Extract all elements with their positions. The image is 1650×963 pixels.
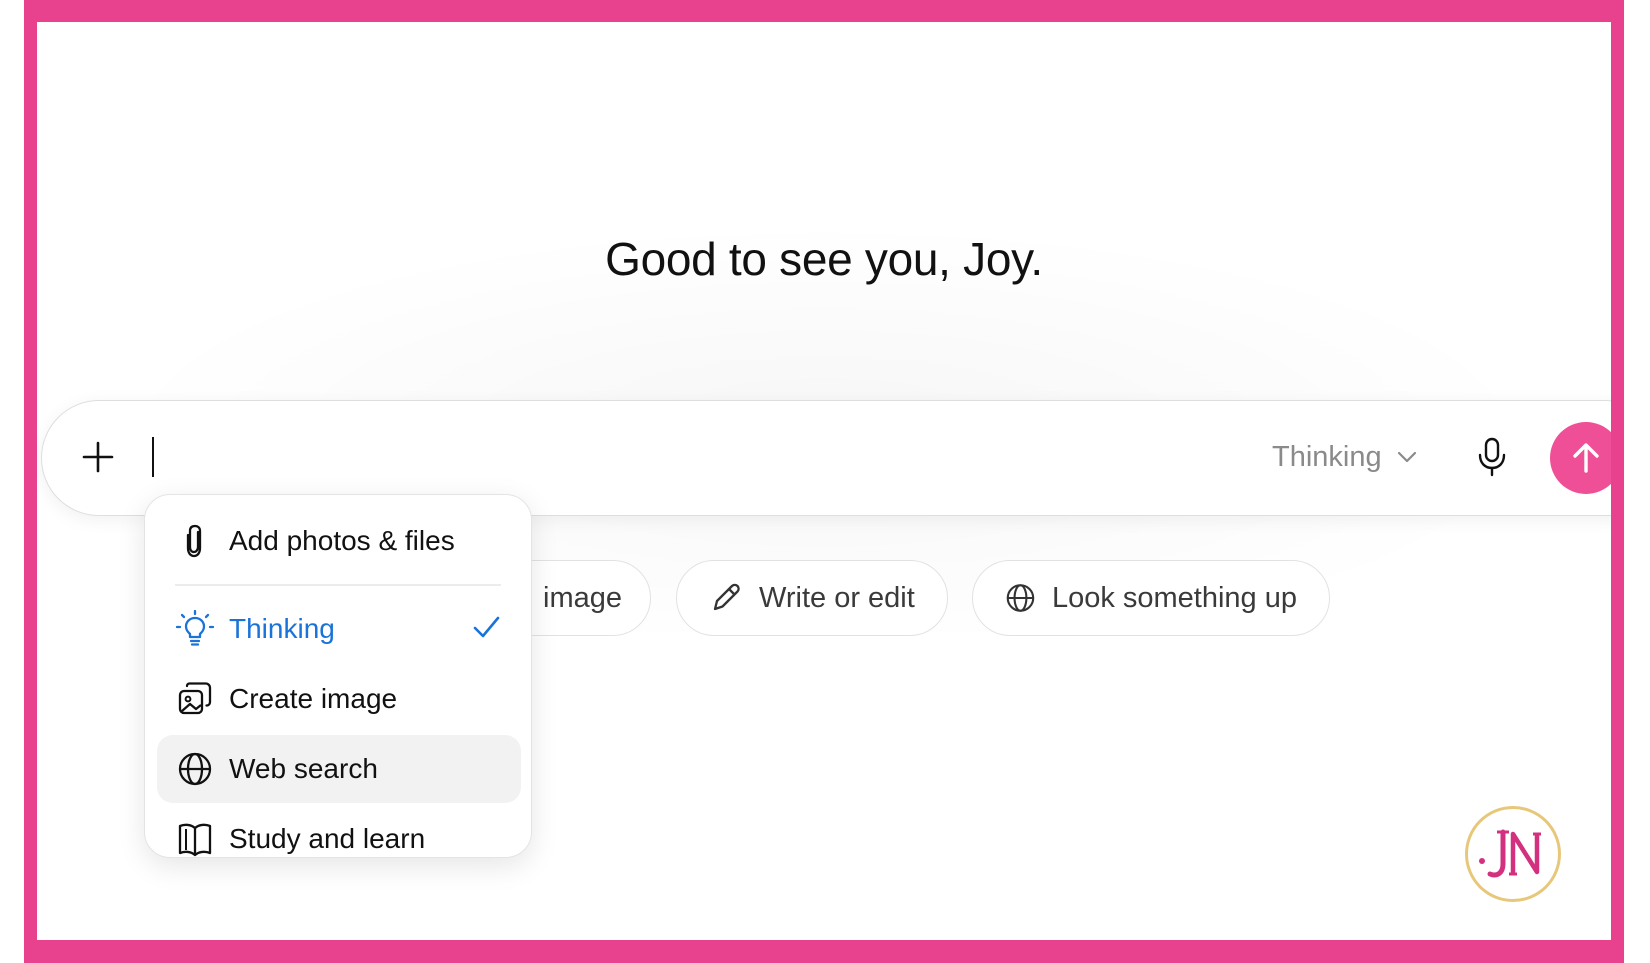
menu-item-label: Add photos & files: [229, 525, 455, 556]
add-button[interactable]: [76, 435, 120, 479]
prompt-input[interactable]: [146, 429, 1146, 485]
chat-canvas: Good to see you, Joy. Thinking image Wri…: [37, 22, 1611, 940]
chip-look-something-up[interactable]: Look something up: [972, 560, 1330, 636]
menu-item-add-photos-files[interactable]: Add photos & files: [157, 507, 521, 575]
menu-item-label: Web search: [229, 753, 378, 784]
chevron-down-icon: [1397, 451, 1416, 463]
model-selector[interactable]: Thinking: [1272, 431, 1418, 483]
chip-label: Look something up: [1051, 581, 1297, 614]
menu-item-study-and-learn[interactable]: Study and learn: [157, 805, 521, 857]
arrow-up-icon: [1573, 443, 1599, 473]
chip-label: image: [543, 581, 622, 614]
image-stack-icon: [175, 679, 215, 719]
pink-frame: Good to see you, Joy. Thinking image Wri…: [24, 0, 1624, 963]
paperclip-icon: [175, 521, 215, 561]
lightbulb-icon: [175, 609, 215, 649]
chip-write-or-edit[interactable]: Write or edit: [676, 560, 948, 636]
menu-item-label: Create image: [229, 683, 398, 714]
menu-item-thinking[interactable]: Thinking: [157, 595, 521, 663]
text-caret: [152, 437, 154, 477]
microphone-icon: [1478, 437, 1506, 477]
chip-label: Write or edit: [759, 581, 915, 614]
checkmark-icon: [473, 616, 500, 638]
menu-item-create-image[interactable]: Create image: [157, 665, 521, 733]
menu-item-label: Study and learn: [229, 823, 426, 854]
tools-menu: Add photos & files Thinking Create image…: [144, 494, 532, 858]
menu-item-label: Thinking: [229, 613, 335, 644]
model-selector-label: Thinking: [1272, 440, 1382, 473]
jn-monogram-logo: [1465, 806, 1561, 902]
menu-divider: [175, 584, 501, 586]
book-icon: [175, 819, 215, 857]
greeting-heading: Good to see you, Joy.: [605, 233, 1043, 285]
menu-item-web-search[interactable]: Web search: [157, 735, 521, 803]
plus-icon: [82, 441, 114, 473]
globe-icon: [175, 749, 215, 789]
pencil-icon: [713, 583, 740, 611]
globe-icon: [1006, 584, 1035, 612]
send-button[interactable]: [1550, 422, 1611, 494]
microphone-button[interactable]: [1470, 435, 1514, 479]
